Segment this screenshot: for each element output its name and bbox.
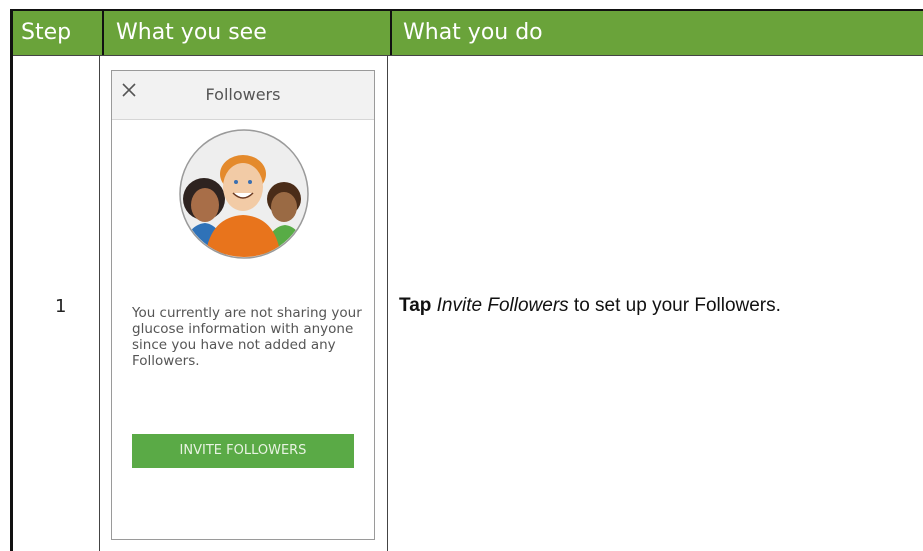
row-divider <box>13 55 923 56</box>
header-divider <box>102 11 104 55</box>
header-what-you-do: What you do <box>403 20 543 45</box>
instruction-rest: to set up your Followers. <box>568 295 781 316</box>
phone-screenshot: Followers You currently are not sharing … <box>111 70 375 540</box>
header-step: Step <box>21 20 72 45</box>
followers-illustration-icon <box>179 129 309 259</box>
instruction-target: Invite Followers <box>436 295 569 316</box>
header-what-you-see: What you see <box>116 20 267 45</box>
invite-followers-button[interactable]: INVITE FOLLOWERS <box>132 434 354 468</box>
no-followers-message: You currently are not sharing your gluco… <box>132 305 362 369</box>
table-left-border <box>10 9 13 551</box>
phone-title-bar: Followers <box>112 71 374 120</box>
instruction-text: Tap Invite Followers to set up your Foll… <box>399 295 781 317</box>
instruction-verb: Tap <box>399 295 432 316</box>
column-divider <box>387 55 388 551</box>
header-divider <box>390 11 392 55</box>
table-top-border <box>10 9 923 11</box>
instructions-table: Step What you see What you do 1 Tap Invi… <box>10 9 923 551</box>
close-icon[interactable] <box>120 81 140 101</box>
table-header: Step What you see What you do <box>13 11 923 55</box>
step-number: 1 <box>55 296 67 317</box>
column-divider <box>99 55 100 551</box>
phone-title: Followers <box>205 85 281 104</box>
